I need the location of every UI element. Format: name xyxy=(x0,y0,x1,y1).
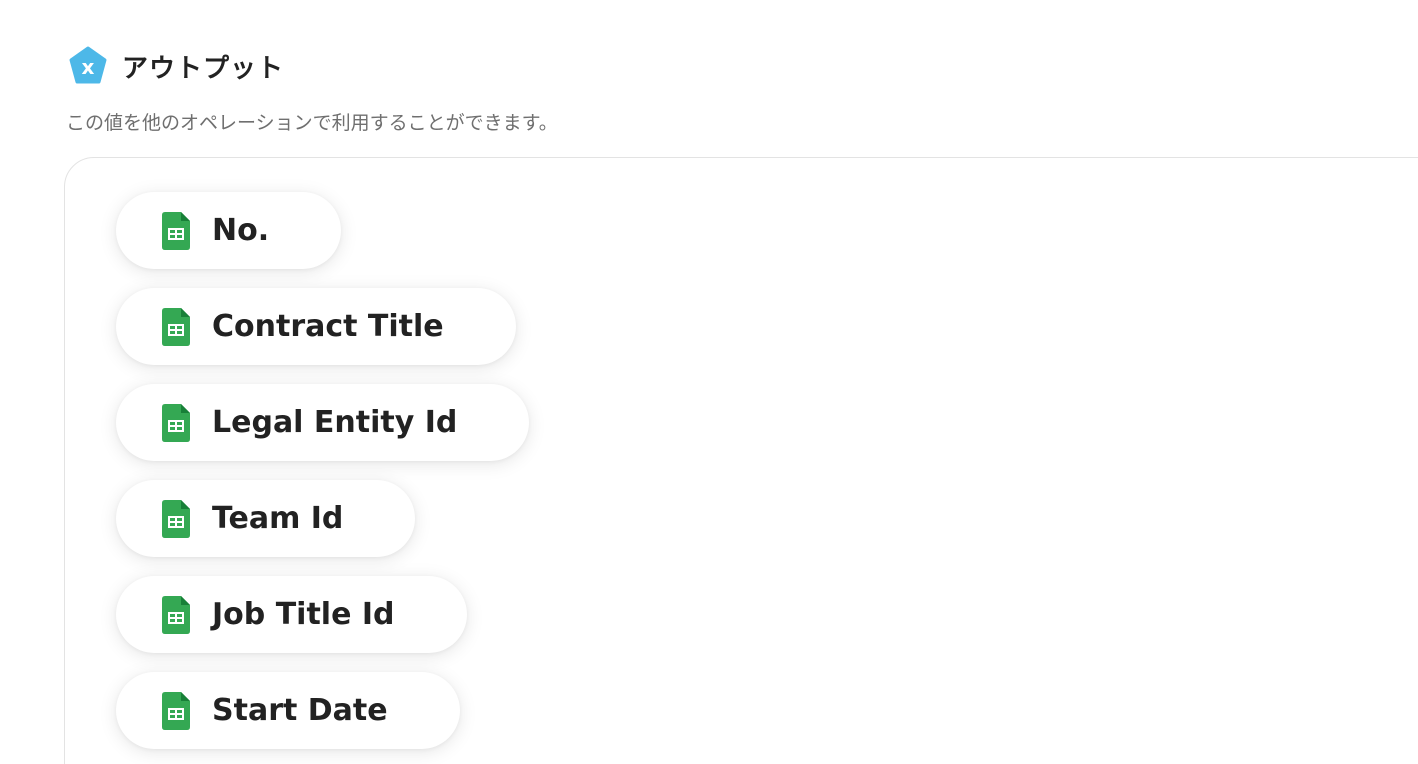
output-item-job-title-id[interactable]: Job Title Id xyxy=(116,576,467,653)
google-sheets-icon xyxy=(162,595,190,634)
output-item-label: Job Title Id xyxy=(212,597,395,632)
output-header: x アウトプット xyxy=(68,46,284,86)
google-sheets-icon xyxy=(162,691,190,730)
output-item-label: Contract Title xyxy=(212,309,444,344)
output-item-contract-title[interactable]: Contract Title xyxy=(116,288,516,365)
svg-text:x: x xyxy=(82,55,95,79)
output-item-label: Start Date xyxy=(212,693,388,728)
output-item-label: Team Id xyxy=(212,501,344,536)
x-pentagon-icon: x xyxy=(69,46,107,84)
google-sheets-icon xyxy=(162,499,190,538)
output-page: x アウトプット この値を他のオペレーションで利用することができます。 No. xyxy=(0,0,1418,764)
output-item-legal-entity-id[interactable]: Legal Entity Id xyxy=(116,384,530,461)
output-title: アウトプット xyxy=(122,53,285,84)
google-sheets-icon xyxy=(162,307,190,346)
output-item-start-date[interactable]: Start Date xyxy=(116,672,460,749)
output-item-label: Legal Entity Id xyxy=(212,405,458,440)
output-item-no[interactable]: No. xyxy=(116,192,342,269)
output-item-team-id[interactable]: Team Id xyxy=(116,480,416,557)
output-item-label: No. xyxy=(212,213,270,248)
output-item-list: No. Contract Title Legal Entity Id Team … xyxy=(116,192,530,749)
google-sheets-icon xyxy=(162,211,190,250)
output-description: この値を他のオペレーションで利用することができます。 xyxy=(66,112,558,134)
google-sheets-icon xyxy=(162,403,190,442)
